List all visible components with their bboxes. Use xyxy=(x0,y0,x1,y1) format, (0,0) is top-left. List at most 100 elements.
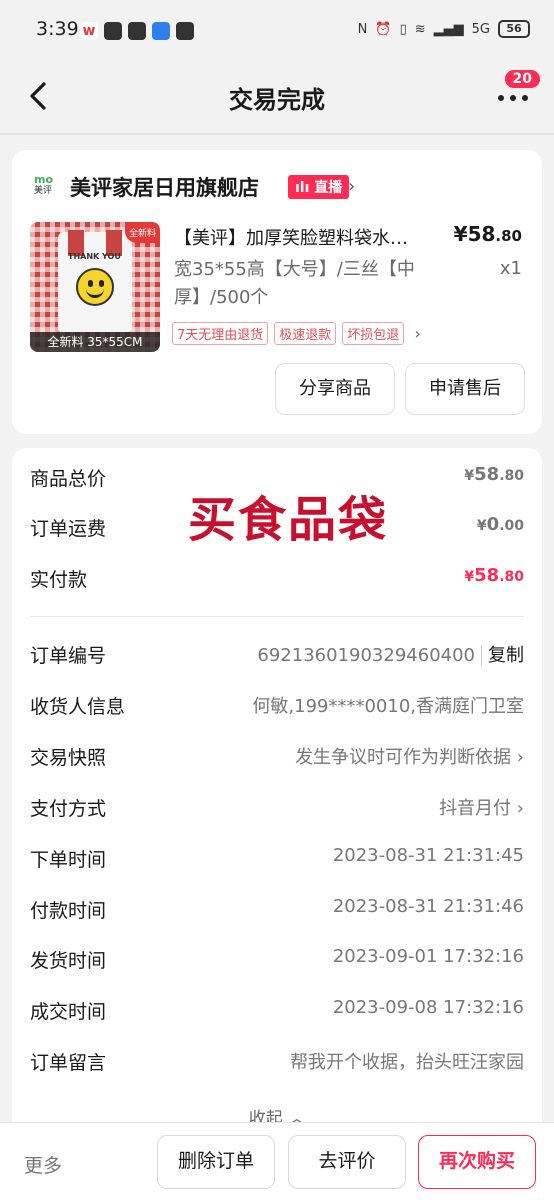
order-note-row: 订单留言 帮我开个收据，抬头旺汪家园 xyxy=(30,1048,524,1078)
product-price: ¥58.80 xyxy=(454,222,522,246)
row-label: 订单运费 xyxy=(30,518,107,540)
product-title[interactable]: 【美评】加厚笑脸塑料袋水… xyxy=(174,224,442,250)
review-button[interactable]: 去评价 xyxy=(288,1135,406,1189)
row-label: 订单编号 xyxy=(30,645,107,667)
shop-logo-mark: mo xyxy=(34,173,54,186)
more-dot xyxy=(498,95,504,101)
snapshot-value: 发生争议时可作为判断依据 › xyxy=(295,743,524,769)
more-link[interactable]: 更多 xyxy=(24,1151,62,1178)
shipping-fee-row: 订单运费 ¥0.00 xyxy=(30,514,524,544)
more-dot xyxy=(510,95,516,101)
upload-icon xyxy=(104,22,122,40)
share-product-button[interactable]: 分享商品 xyxy=(275,363,395,415)
battery-icon: 56 xyxy=(498,20,530,38)
amount-int: 0 xyxy=(486,514,500,535)
network-type: 5G xyxy=(471,21,490,37)
receiver-row: 收货人信息 何敏,199****0010,香满庭门卫室 xyxy=(30,692,524,722)
status-time: 3:39 xyxy=(36,18,79,40)
message-icon xyxy=(176,22,194,40)
paid-amount-value: ¥58.80 xyxy=(464,565,524,586)
buy-again-button[interactable]: 再次购买 xyxy=(418,1135,536,1189)
service-tags[interactable]: 7天无理由退货 极速退款 坏损包退 › xyxy=(172,322,421,345)
row-label: 订单留言 xyxy=(30,1052,107,1074)
message-badge: 20 xyxy=(502,68,542,90)
status-bar: 3:39 w N ⏰ ▯ ≋ ▂▄▆ 5G 56 xyxy=(0,0,554,62)
price-dec: .80 xyxy=(495,227,522,245)
price-symbol: ¥ xyxy=(453,222,468,246)
amount-dec: .80 xyxy=(499,569,524,585)
wifi-icon: ≋ xyxy=(414,21,426,37)
row-label: 商品总价 xyxy=(30,468,107,490)
more-dot xyxy=(522,95,528,101)
snapshot-row[interactable]: 交易快照 发生争议时可作为判断依据 › xyxy=(30,743,524,773)
product-image[interactable]: THANK YOU 全新料 全新料 35*55CM xyxy=(30,222,160,352)
alarm-icon: ⏰ xyxy=(375,21,392,37)
page-title: 交易完成 xyxy=(229,86,325,114)
row-label: 收货人信息 xyxy=(30,696,126,718)
smiley-eye xyxy=(99,280,104,287)
product-spec: 宽35*55高【大号】/三丝【中厚】/500个 xyxy=(174,259,415,308)
row-label: 付款时间 xyxy=(30,900,107,922)
vibrate-icon: ▯ xyxy=(399,21,407,37)
status-right: N ⏰ ▯ ≋ ▂▄▆ 5G 56 xyxy=(358,20,530,38)
image-caption: 全新料 35*55CM xyxy=(30,332,160,352)
nfc-icon: N xyxy=(357,21,368,37)
live-tag-label: 直播 xyxy=(314,180,343,196)
smiley-eye xyxy=(88,280,93,287)
bag-text: THANK YOU xyxy=(68,252,121,261)
product-card: mo 美评 美评家居日用旗舰店 ılı 直播 › THANK YOU 全新料 全… xyxy=(12,150,542,434)
live-icon: ılı xyxy=(295,180,315,196)
after-sale-button[interactable]: 申请售后 xyxy=(405,363,525,415)
paid-amount-row: 实付款 ¥58.80 xyxy=(30,565,524,595)
chevron-right-icon: › xyxy=(414,324,421,343)
order-note-value: 帮我开个收据，抬头旺汪家园 xyxy=(290,1052,524,1073)
order-time-value: 2023-08-31 21:31:45 xyxy=(332,845,524,866)
payment-method-row[interactable]: 支付方式 抖音月付 › xyxy=(30,794,524,824)
currency: ¥ xyxy=(476,518,487,534)
amount-dec: .00 xyxy=(499,518,524,534)
currency: ¥ xyxy=(464,468,475,484)
row-label: 实付款 xyxy=(30,569,88,591)
shipping-fee-value: ¥0.00 xyxy=(477,514,524,535)
chevron-right-icon[interactable]: › xyxy=(348,176,355,197)
order-number-value: 6921360190329460400 复制 xyxy=(257,641,524,667)
image-corner-tag: 全新料 xyxy=(124,222,160,243)
amount-dec: .80 xyxy=(499,468,524,484)
amount-int: 58 xyxy=(474,565,500,586)
row-label: 下单时间 xyxy=(30,849,107,871)
wps-icon: w xyxy=(80,22,98,40)
amount-int: 58 xyxy=(474,464,500,485)
total-price-row: 商品总价 ¥58.80 xyxy=(30,464,524,494)
chevron-right-icon: › xyxy=(516,798,524,819)
service-tag: 坏损包退 xyxy=(342,322,405,345)
copy-button[interactable]: 复制 xyxy=(481,645,524,666)
order-number-row: 订单编号 6921360190329460400 复制 xyxy=(30,641,524,671)
pay-time-row: 付款时间 2023-08-31 21:31:46 xyxy=(30,896,524,926)
cloud-icon xyxy=(152,22,170,40)
smiley-icon xyxy=(76,268,114,306)
nav-bar: 交易完成 20 xyxy=(0,62,554,130)
order-info-card: 买食品袋 商品总价 ¥58.80 订单运费 ¥0.00 实付款 ¥58.80 订… xyxy=(12,448,542,1138)
payment-method-text: 抖音月付 xyxy=(439,798,512,819)
payment-method-value: 抖音月付 › xyxy=(439,794,524,820)
divider xyxy=(30,616,524,617)
shop-logo: mo 美评 xyxy=(34,174,60,200)
pay-time-value: 2023-08-31 21:31:46 xyxy=(332,896,524,917)
row-label: 交易快照 xyxy=(30,747,107,769)
ship-time-value: 2023-09-01 17:32:16 xyxy=(332,946,524,967)
service-tag: 极速退款 xyxy=(274,322,337,345)
receiver-value: 何敏,199****0010,香满庭门卫室 xyxy=(252,696,524,717)
service-tag: 7天无理由退货 xyxy=(172,322,269,345)
product-qty: x1 xyxy=(499,258,522,279)
nav-divider xyxy=(0,133,554,135)
deal-time-value: 2023-09-08 17:32:16 xyxy=(332,997,524,1018)
snapshot-text: 发生争议时可作为判断依据 xyxy=(295,747,512,768)
order-time-row: 下单时间 2023-08-31 21:31:45 xyxy=(30,845,524,875)
signal-icon: ▂▄▆ xyxy=(433,21,464,37)
shop-name[interactable]: 美评家居日用旗舰店 xyxy=(70,172,259,202)
shop-logo-text: 美评 xyxy=(34,186,53,196)
live-tag[interactable]: ılı 直播 xyxy=(288,175,350,199)
currency: ¥ xyxy=(464,569,475,585)
smiley-mouth xyxy=(86,288,104,298)
delete-order-button[interactable]: 删除订单 xyxy=(157,1135,275,1189)
